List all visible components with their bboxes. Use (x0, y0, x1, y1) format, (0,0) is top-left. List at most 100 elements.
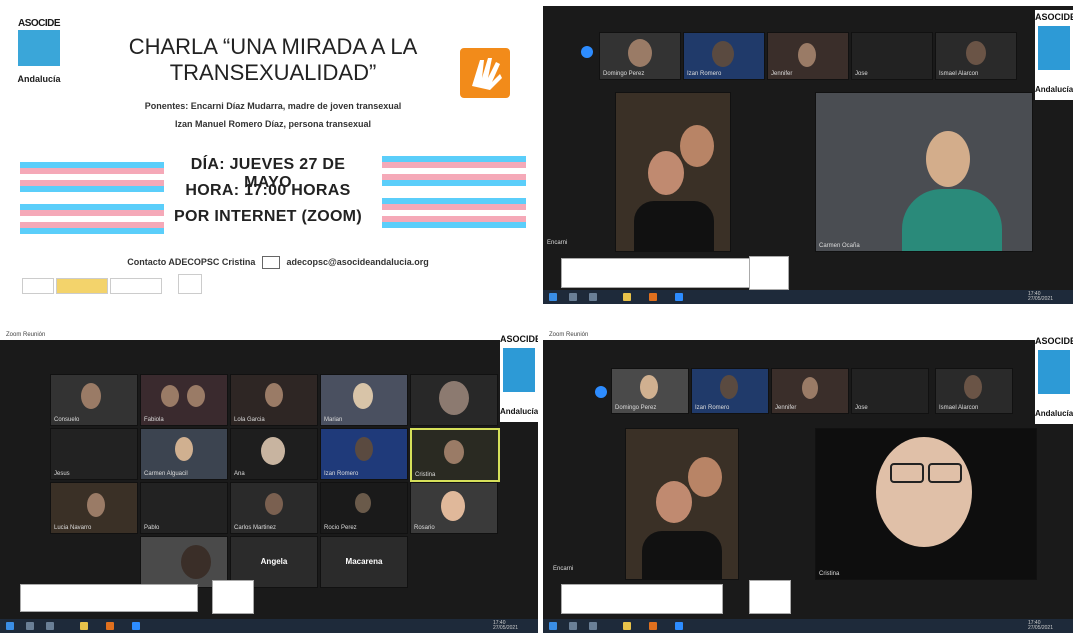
title-line-1: CHARLA “UNA MIRADA A LA (128, 34, 418, 59)
gallery-tile[interactable]: Carmen Alguacil (140, 428, 228, 480)
zoom-icon[interactable] (675, 293, 683, 301)
browser-icon[interactable] (106, 622, 114, 630)
participant-name: Jennifer (775, 405, 797, 411)
speaker-video[interactable]: Cristina (815, 428, 1037, 580)
participant-name: Ismael Alarcon (939, 71, 979, 77)
windows-taskbar: 17:40 27/05/2021 (543, 290, 1073, 304)
gallery-tile[interactable]: Lucia Navarro (50, 482, 138, 534)
side-logo-bottom: Andalucía (500, 407, 538, 416)
participant-thumbnail[interactable]: Ismael Alarcon (935, 368, 1013, 414)
windows-taskbar: 17:40 27/05/2021 (543, 619, 1073, 633)
junta-logo (22, 278, 54, 294)
trans-flag-icon (20, 162, 164, 192)
participant-thumbnail[interactable]: Jose (851, 32, 933, 80)
mail-icon (261, 256, 280, 269)
poster-title: CHARLA “UNA MIRADA A LA TRANSEXUALIDAD” (103, 34, 443, 86)
sponsor-banner (561, 584, 723, 614)
speaker-name: Encarni (553, 566, 574, 572)
gallery-tile[interactable]: Pablo (140, 482, 228, 534)
gallery-tile[interactable]: Rosario (410, 482, 498, 534)
windows-start-icon[interactable] (6, 622, 14, 630)
ministerio-logo (110, 278, 162, 294)
zoom-icon[interactable] (675, 622, 683, 630)
taskbar-clock[interactable]: 17:40 27/05/2021 (1028, 621, 1053, 631)
contact-email[interactable]: adecopsc@asocideandalucia.org (286, 257, 428, 267)
event-time: HORA: 17:00 HORAS (185, 182, 351, 199)
gallery-tile[interactable]: Lola Garcia (230, 374, 318, 426)
folder-icon[interactable] (80, 622, 88, 630)
browser-icon[interactable] (649, 622, 657, 630)
speaker-video[interactable]: Carmen Ocaña (815, 92, 1033, 252)
contact-line: Contacto ADECOPSC Cristina adecopsc@asoc… (108, 256, 448, 269)
logo-top-text: ASOCIDE (17, 18, 61, 29)
zoom-icon[interactable] (132, 622, 140, 630)
participant-name: Jose (855, 405, 868, 411)
folder-icon[interactable] (623, 622, 631, 630)
participant-name: Jose (855, 71, 868, 77)
speaker-video[interactable] (625, 428, 739, 580)
zoom-panel-speakers: Domingo Perez Izan Romero Jennifer Jose … (543, 6, 1073, 304)
gallery-tile[interactable]: Ana (230, 428, 318, 480)
search-icon[interactable] (569, 622, 577, 630)
gallery-tile[interactable]: Marian (320, 374, 408, 426)
windows-taskbar: 17:40 27/05/2021 (0, 619, 538, 633)
taskbar-clock[interactable]: 17:40 27/05/2021 (1028, 292, 1053, 302)
andalucia-logo (749, 580, 791, 614)
zoom-nav-icon[interactable] (595, 386, 607, 398)
search-icon[interactable] (26, 622, 34, 630)
participant-thumbnail[interactable]: Domingo Perez (611, 368, 689, 414)
side-logo-top: ASOCIDE (1035, 12, 1073, 22)
task-view-icon[interactable] (589, 622, 597, 630)
side-logo-top: ASOCIDE (1035, 336, 1073, 346)
zoom-nav-icon[interactable] (581, 46, 593, 58)
asocide-side-logo: ASOCIDE Andalucía (1035, 10, 1073, 100)
gallery-tile[interactable]: Carlos Martinez (230, 482, 318, 534)
speakers-line-2: Izan Manuel Romero Díaz, persona transex… (174, 119, 372, 129)
search-icon[interactable] (569, 293, 577, 301)
participant-name: Jennifer (771, 71, 793, 77)
participant-thumbnail[interactable]: Jennifer (767, 32, 849, 80)
taskbar-clock[interactable]: 17:40 27/05/2021 (493, 621, 518, 631)
participant-name: Izan Romero (695, 405, 730, 411)
event-place: POR INTERNET (ZOOM) (174, 208, 362, 225)
participant-thumbnail[interactable]: Izan Romero (683, 32, 765, 80)
participant-thumbnail[interactable]: Jennifer (771, 368, 849, 414)
gallery-tile[interactable]: Jesus (50, 428, 138, 480)
task-view-icon[interactable] (589, 293, 597, 301)
participant-thumbnail[interactable]: Domingo Perez (599, 32, 681, 80)
windows-start-icon[interactable] (549, 622, 557, 630)
asocide-logo: ASOCIDE Andalucía (16, 16, 62, 86)
gallery-tile[interactable] (410, 374, 498, 426)
task-view-icon[interactable] (46, 622, 54, 630)
participant-name: Ismael Alarcon (939, 405, 979, 411)
side-logo-top: ASOCIDE (500, 334, 538, 344)
participant-thumbnail[interactable]: Ismael Alarcon (935, 32, 1017, 80)
browser-icon[interactable] (649, 293, 657, 301)
andalucia-logo (749, 256, 789, 290)
gallery-tile[interactable]: Rocio Perez (320, 482, 408, 534)
gallery-tile[interactable]: Macarena (320, 536, 408, 588)
wave-icon (1038, 26, 1070, 70)
side-logo-bottom: Andalucía (1035, 409, 1073, 418)
gallery-tile[interactable]: Fabiola (140, 374, 228, 426)
andalucia-logo (178, 274, 202, 294)
zoom-panel-gallery: Zoom Reunión Consuelo Fabiola Lola Garci… (0, 330, 538, 633)
participant-thumbnail[interactable]: Jose (851, 368, 929, 414)
gallery-tile-active[interactable]: Cristina (410, 428, 500, 482)
speaker-video[interactable] (615, 92, 731, 252)
gallery-tile[interactable]: Consuelo (50, 374, 138, 426)
participant-name: Domingo Perez (615, 405, 657, 411)
gallery-tile[interactable]: Izan Romero (320, 428, 408, 480)
zoom-titlebar: Zoom Reunión (543, 330, 1073, 340)
gobierno-logo (56, 278, 108, 294)
speaker-name: Encarni (547, 240, 568, 246)
side-logo-bottom: Andalucía (1035, 85, 1073, 94)
speaker-name: Carmen Ocaña (819, 243, 860, 249)
participant-name: Domingo Perez (603, 71, 645, 77)
clock-date: 27/05/2021 (1027, 625, 1053, 631)
logo-bottom-text: Andalucía (17, 74, 61, 84)
participant-thumbnail[interactable]: Izan Romero (691, 368, 769, 414)
wave-icon (503, 348, 535, 392)
folder-icon[interactable] (623, 293, 631, 301)
windows-start-icon[interactable] (549, 293, 557, 301)
